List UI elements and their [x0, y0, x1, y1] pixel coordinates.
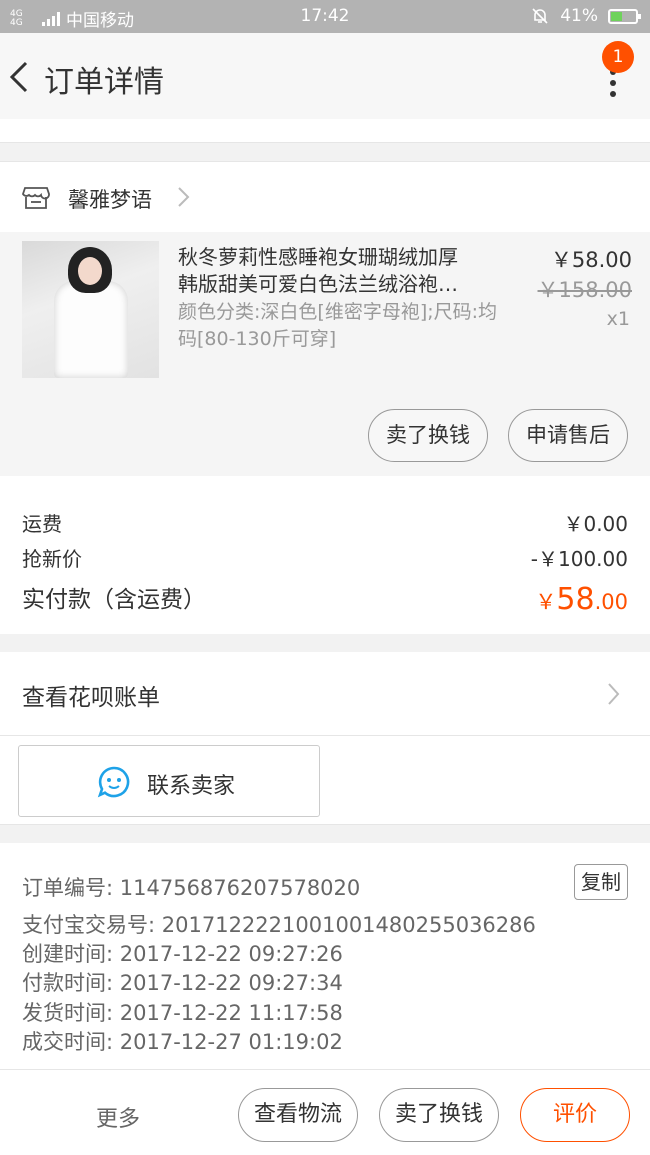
- completed-time-row: 成交时间: 2017-12-27 01:19:02: [22, 1026, 343, 1056]
- discount-row: 抢新价 -￥100.00: [22, 543, 628, 572]
- more-button[interactable]: 更多: [96, 1101, 140, 1133]
- product-thumbnail[interactable]: [22, 241, 159, 378]
- page-title: 订单详情: [44, 65, 164, 100]
- discount-value: -￥100.00: [530, 547, 628, 571]
- info-label: 支付宝交易号:: [22, 913, 156, 937]
- created-time-row: 创建时间: 2017-12-22 09:27:26: [22, 938, 343, 968]
- shipped-time: 2017-12-22 11:17:58: [119, 1001, 343, 1025]
- alipay-trade-row: 支付宝交易号: 2017122221001001480255036286: [22, 909, 536, 939]
- alipay-trade-number: 2017122221001001480255036286: [161, 913, 536, 937]
- product-title-line2: 韩版甜美可爱白色法兰绒浴袍…: [178, 272, 458, 296]
- view-logistics-button[interactable]: 查看物流: [238, 1088, 358, 1142]
- total-value: ￥58.00: [535, 582, 628, 617]
- status-right: 41%: [530, 6, 641, 26]
- info-label: 发货时间:: [22, 1001, 114, 1025]
- product-title-line1: 秋冬萝莉性感睡袍女珊瑚绒加厚: [178, 245, 458, 269]
- sell-item-button[interactable]: 卖了换钱: [368, 409, 488, 462]
- paid-time-row: 付款时间: 2017-12-22 09:27:34: [22, 967, 343, 997]
- total-label: 实付款（含运费）: [22, 587, 206, 613]
- battery-percent: 41%: [560, 6, 598, 26]
- status-bar: 4G 4G 中国移动 17:42 41%: [0, 0, 650, 33]
- paid-time: 2017-12-22 09:27:34: [119, 971, 343, 995]
- price-summary: 运费 ￥0.00 抢新价 -￥100.00 实付款（含运费） ￥58.00: [0, 476, 650, 634]
- total-integer: 58: [556, 582, 595, 617]
- created-time: 2017-12-22 09:27:26: [119, 942, 343, 966]
- shop-name: 馨雅梦语: [68, 188, 152, 212]
- spacer: [0, 119, 650, 143]
- battery-level: [611, 11, 622, 21]
- battery-icon: [608, 8, 641, 24]
- back-arrow-icon[interactable]: [8, 59, 32, 95]
- info-label: 订单编号:: [22, 876, 114, 900]
- review-button[interactable]: 评价: [520, 1088, 630, 1142]
- shop-row[interactable]: 馨雅梦语: [0, 161, 650, 232]
- info-label: 成交时间:: [22, 1030, 114, 1054]
- product-sku: 颜色分类:深白色[维密字母袍];尺码:均码[80-130斤可穿]: [178, 301, 498, 350]
- total-row: 实付款（含运费） ￥58.00: [22, 580, 628, 617]
- original-price: ￥158.00: [537, 278, 632, 302]
- order-number: 114756876207578020: [119, 876, 361, 900]
- info-label: 付款时间:: [22, 971, 114, 995]
- notification-badge: 1: [602, 41, 634, 73]
- chat-bubble-icon: [97, 766, 130, 798]
- shipping-value: ￥0.00: [563, 512, 628, 536]
- chevron-right-icon: [178, 187, 190, 207]
- product-price: ￥58.00: [550, 248, 632, 272]
- total-currency: ￥: [535, 590, 557, 614]
- total-decimal: .00: [594, 590, 628, 614]
- contact-section: 联系卖家: [0, 736, 650, 825]
- order-info: 订单编号: 114756876207578020 支付宝交易号: 2017122…: [0, 843, 650, 1069]
- shipping-label: 运费: [22, 512, 62, 536]
- contact-seller-button[interactable]: 联系卖家: [18, 745, 320, 817]
- discount-label: 抢新价: [22, 547, 82, 571]
- info-label: 创建时间:: [22, 942, 114, 966]
- product-quantity: x1: [606, 308, 630, 330]
- more-vertical-icon[interactable]: [608, 69, 618, 97]
- product-title[interactable]: 秋冬萝莉性感睡袍女珊瑚绒加厚 韩版甜美可爱白色法兰绒浴袍…: [178, 244, 498, 298]
- huabei-bill-label: 查看花呗账单: [22, 685, 160, 711]
- app-header: 订单详情 1: [0, 33, 650, 119]
- chevron-right-icon: [608, 683, 620, 705]
- mute-bell-icon: [532, 8, 548, 24]
- order-number-row: 订单编号: 114756876207578020: [22, 872, 360, 902]
- bottom-action-bar: 更多 查看物流 卖了换钱 评价: [0, 1069, 650, 1155]
- completed-time: 2017-12-27 01:19:02: [119, 1030, 343, 1054]
- shipped-time-row: 发货时间: 2017-12-22 11:17:58: [22, 997, 343, 1027]
- sell-item-bottom-button[interactable]: 卖了换钱: [379, 1088, 499, 1142]
- after-sale-button[interactable]: 申请售后: [508, 409, 628, 462]
- huabei-bill-row[interactable]: 查看花呗账单: [0, 652, 650, 736]
- shop-icon: [22, 187, 50, 209]
- shipping-row: 运费 ￥0.00: [22, 508, 628, 537]
- product-item[interactable]: 秋冬萝莉性感睡袍女珊瑚绒加厚 韩版甜美可爱白色法兰绒浴袍… 颜色分类:深白色[维…: [0, 232, 650, 476]
- contact-seller-label: 联系卖家: [147, 774, 236, 799]
- copy-button[interactable]: 复制: [574, 864, 628, 900]
